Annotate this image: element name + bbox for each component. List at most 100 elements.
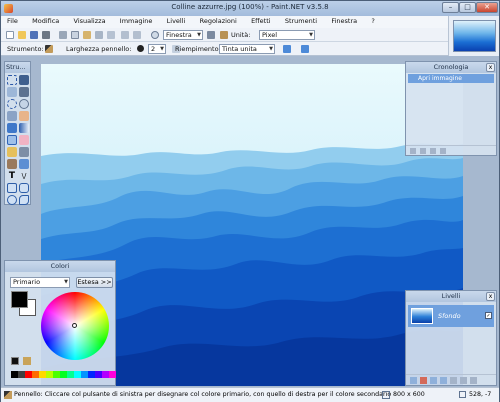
line-curve-icon[interactable]: \/ <box>19 171 29 181</box>
gradient-icon[interactable] <box>19 123 29 133</box>
palette-swatch[interactable] <box>11 371 18 378</box>
menu-file[interactable]: File <box>1 16 24 25</box>
layers-panel-title[interactable]: Livelli <box>406 291 496 302</box>
colors-panel-title[interactable]: Colori <box>5 261 115 272</box>
menu-visualizza[interactable]: Visualizza <box>68 16 112 25</box>
menu-strumenti[interactable]: Strumenti <box>279 16 323 25</box>
palette-swatch[interactable] <box>39 371 46 378</box>
merge-layer-icon[interactable] <box>440 377 447 384</box>
palette-swatch[interactable] <box>88 371 95 378</box>
fill-select[interactable]: Tinta unita ▼ <box>219 44 275 54</box>
swap-colors-icon[interactable] <box>23 357 31 365</box>
palette-swatch[interactable] <box>32 371 39 378</box>
tools-panel-title[interactable]: Stru... <box>5 62 30 73</box>
expand-colors-button[interactable]: Estesa >> <box>76 277 113 288</box>
move-layer-up-icon[interactable] <box>450 377 457 384</box>
menu-finestra[interactable]: Finestra <box>325 16 363 25</box>
close-icon[interactable]: x <box>486 63 495 72</box>
rounded-rectangle-icon[interactable] <box>19 183 29 193</box>
primary-color-swatch[interactable] <box>11 291 28 308</box>
copy-icon[interactable] <box>71 31 79 39</box>
menu-help[interactable]: ? <box>365 16 380 25</box>
brush-width-input[interactable]: 2 ▼ <box>148 44 166 54</box>
crop-icon[interactable] <box>95 31 103 39</box>
paint-bucket-icon[interactable] <box>7 123 17 133</box>
ellipse-select-icon[interactable] <box>7 99 17 109</box>
fast-forward-icon[interactable] <box>440 148 446 154</box>
eraser-icon[interactable] <box>19 135 29 145</box>
palette-swatch[interactable] <box>53 371 60 378</box>
menu-immagine[interactable]: Immagine <box>114 16 159 25</box>
lasso-select-icon[interactable] <box>7 87 17 97</box>
text-tool-icon[interactable]: T <box>7 171 17 181</box>
undo-icon[interactable] <box>121 31 129 39</box>
curve-icon[interactable] <box>283 45 291 53</box>
palette-swatch[interactable] <box>74 371 81 378</box>
add-layer-icon[interactable] <box>410 377 417 384</box>
color-picker-icon[interactable] <box>19 147 29 157</box>
minimize-button[interactable]: – <box>442 2 459 13</box>
recolor-icon[interactable] <box>19 159 29 169</box>
grid-icon[interactable] <box>207 31 215 39</box>
clone-stamp-icon[interactable] <box>7 159 17 169</box>
freeform-shape-icon[interactable] <box>19 195 29 205</box>
paintbrush-tool-icon[interactable] <box>7 135 17 145</box>
magic-wand-icon[interactable] <box>7 111 17 121</box>
move-selection-icon[interactable] <box>19 75 29 85</box>
ruler-icon[interactable] <box>220 31 228 39</box>
redo-icon[interactable] <box>133 31 141 39</box>
save-icon[interactable] <box>30 31 38 39</box>
menu-modifica[interactable]: Modifica <box>26 16 65 25</box>
menu-regolazioni[interactable]: Regolazioni <box>194 16 243 25</box>
zoom-select[interactable]: Finestra ▼ <box>163 30 203 40</box>
palette-swatch[interactable] <box>18 371 25 378</box>
close-icon[interactable]: x <box>486 292 495 301</box>
history-panel-title[interactable]: Cronologia <box>406 62 496 73</box>
menu-effetti[interactable]: Effetti <box>245 16 277 25</box>
undo-history-icon[interactable] <box>420 148 426 154</box>
close-button[interactable]: ✕ <box>476 2 498 13</box>
zoom-icon[interactable] <box>151 31 159 39</box>
duplicate-layer-icon[interactable] <box>430 377 437 384</box>
maximize-button[interactable]: □ <box>459 2 476 13</box>
paste-icon[interactable] <box>83 31 91 39</box>
palette-swatch[interactable] <box>60 371 67 378</box>
title-bar[interactable]: Colline azzurre.jpg (100%) - Paint.NET v… <box>1 1 499 16</box>
palette-swatch[interactable] <box>67 371 74 378</box>
palette-swatch[interactable] <box>95 371 102 378</box>
rectangle-select-icon[interactable] <box>7 75 17 85</box>
palette-swatch[interactable] <box>46 371 53 378</box>
paintbrush-icon[interactable] <box>45 45 53 53</box>
color-mode-select[interactable]: Primario ▼ <box>10 277 70 288</box>
palette-swatch[interactable] <box>102 371 109 378</box>
layer-properties-icon[interactable] <box>470 377 477 384</box>
open-folder-icon[interactable] <box>18 31 26 39</box>
move-selected-icon[interactable] <box>19 87 29 97</box>
cursor-position-icon <box>459 391 466 398</box>
palette-swatch[interactable] <box>25 371 32 378</box>
rewind-icon[interactable] <box>410 148 416 154</box>
reset-colors-icon[interactable] <box>11 357 19 365</box>
redo-history-icon[interactable] <box>430 148 436 154</box>
cut-icon[interactable] <box>59 31 67 39</box>
units-select[interactable]: Pixel ▼ <box>259 30 315 40</box>
pencil-icon[interactable] <box>7 147 17 157</box>
status-message: Pennello: Cliccare col pulsante di sinis… <box>14 391 392 398</box>
ellipse-shape-icon[interactable] <box>7 195 17 205</box>
layer-visibility-checkbox[interactable]: ✓ <box>485 312 492 319</box>
delete-layer-icon[interactable] <box>420 377 427 384</box>
zoom-tool-icon[interactable] <box>19 99 29 109</box>
deselect-icon[interactable] <box>107 31 115 39</box>
history-item[interactable]: Apri immagine <box>408 74 494 83</box>
menu-livelli[interactable]: Livelli <box>161 16 192 25</box>
rectangle-shape-icon[interactable] <box>7 183 17 193</box>
blend-icon[interactable] <box>301 45 309 53</box>
image-thumbnail[interactable] <box>453 20 496 52</box>
palette-swatch[interactable] <box>81 371 88 378</box>
palette-swatch[interactable] <box>109 371 116 378</box>
print-icon[interactable] <box>42 31 50 39</box>
move-layer-down-icon[interactable] <box>460 377 467 384</box>
new-file-icon[interactable] <box>6 31 14 39</box>
layer-row[interactable]: Sfondo ✓ <box>408 305 494 327</box>
pan-icon[interactable] <box>19 111 29 121</box>
